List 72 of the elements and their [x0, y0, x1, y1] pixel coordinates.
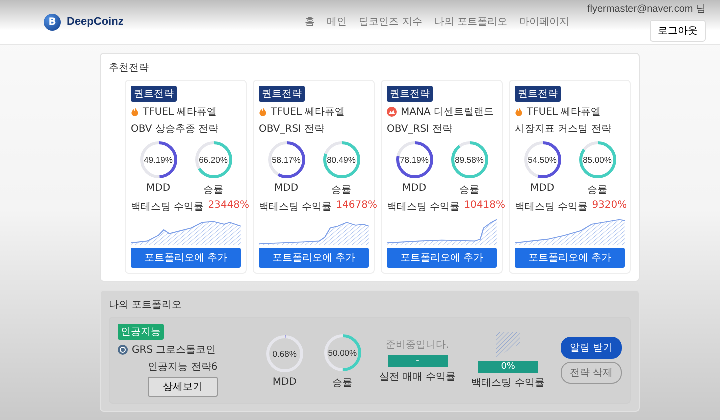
alert-button[interactable]: 알림 받기	[560, 337, 622, 359]
return-value: 10418%	[464, 200, 506, 213]
user-email: flyermaster@naver.com 님	[587, 3, 706, 16]
stat-label: 승률	[332, 376, 353, 390]
stat-label: MDD	[272, 377, 297, 388]
nav-link[interactable]: 딥코인즈 지수	[359, 15, 422, 29]
return-label: 백테스팅 수익률	[259, 201, 332, 214]
strategy-badge: 퀀트전략	[515, 86, 561, 102]
stat-label: 승률	[460, 184, 480, 197]
donut-value: 80.49%	[326, 154, 357, 167]
strategy-title: 시장지표 커스텀 전략	[515, 123, 612, 136]
logout-button[interactable]: 로그아웃	[650, 20, 706, 42]
donut-value: 58.17%	[271, 154, 302, 167]
nav-link[interactable]: 마이페이지	[519, 15, 570, 29]
stat-label: 승률	[204, 184, 224, 197]
flame-icon	[515, 107, 523, 117]
strategy-badge: 퀀트전략	[131, 86, 177, 102]
donut-value: 0.68%	[272, 348, 298, 361]
return-label: 백테스팅 수익률	[387, 201, 460, 214]
stat-label: MDD	[146, 183, 171, 194]
return-label: 실전 매매 수익률	[380, 370, 456, 384]
status-note: 준비중입니다.	[386, 338, 450, 352]
stat-label: MDD	[274, 183, 299, 194]
strategy-name: 인공지능 전략6	[148, 361, 218, 374]
donut-value: 89.58%	[454, 154, 485, 167]
return-value: 0%	[478, 360, 538, 372]
delete-button[interactable]: 전략 삭제	[560, 362, 622, 384]
return-label: 백테스팅 수익률	[131, 201, 204, 214]
coin-name: TFUEL 쎄타퓨엘	[271, 106, 346, 119]
coin-name: TFUEL 쎄타퓨엘	[143, 106, 218, 119]
donut-value: 78.19%	[399, 154, 430, 167]
nav-link[interactable]: 나의 포트폴리오	[434, 15, 508, 29]
flame-icon	[259, 107, 267, 117]
logo-mark: B	[44, 14, 61, 30]
strategy-badge: 인공지능	[118, 324, 164, 340]
strategy-title: OBV_RSI 전략	[259, 123, 326, 136]
donut-value: 85.00%	[582, 154, 613, 167]
mini-chart	[496, 332, 520, 358]
nav-link[interactable]: 홈	[305, 15, 316, 29]
coin-name: MANA 디센트럴랜드	[401, 106, 494, 119]
strategy-title: OBV_RSI 전략	[387, 123, 454, 136]
logo-name: DeepCoinz	[67, 16, 124, 28]
add-portfolio-button[interactable]: 포트폴리오에 추가	[259, 248, 369, 268]
stat-label: MDD	[530, 183, 555, 194]
return-value: 9320%	[592, 200, 628, 213]
return-label: 백테스팅 수익률	[472, 376, 545, 390]
donut-value: 66.20%	[198, 154, 229, 167]
stat-label: 승률	[332, 184, 352, 197]
donut-value: 54.50%	[527, 154, 558, 167]
coin-name: GRS 그로스톨코인	[132, 344, 216, 357]
section-title: 추천전략	[109, 62, 150, 75]
coin-icon	[387, 107, 397, 117]
donut-value: 50.00%	[327, 346, 358, 360]
strategy-title: OBV 상승추종 전략	[131, 123, 220, 136]
stat-label: 승률	[588, 184, 608, 197]
add-portfolio-button[interactable]: 포트폴리오에 추가	[515, 248, 625, 268]
coin-name: TFUEL 쎄타퓨엘	[527, 106, 602, 119]
coin-icon	[118, 345, 128, 355]
return-value: 14678%	[336, 200, 378, 213]
add-portfolio-button[interactable]: 포트폴리오에 추가	[387, 248, 497, 268]
return-value: -	[388, 354, 448, 366]
detail-button[interactable]: 상세보기	[148, 377, 218, 397]
strategy-badge: 퀀트전략	[387, 86, 433, 102]
strategy-badge: 퀀트전략	[259, 86, 305, 102]
return-label: 백테스팅 수익률	[515, 201, 588, 214]
donut-value: 49.19%	[143, 154, 174, 167]
return-value: 23448%	[208, 200, 250, 213]
add-portfolio-button[interactable]: 포트폴리오에 추가	[131, 248, 241, 268]
nav-link[interactable]: 메인	[327, 15, 348, 29]
stat-label: MDD	[402, 183, 427, 194]
flame-icon	[131, 107, 139, 117]
section-title: 나의 포트폴리오	[109, 299, 184, 312]
